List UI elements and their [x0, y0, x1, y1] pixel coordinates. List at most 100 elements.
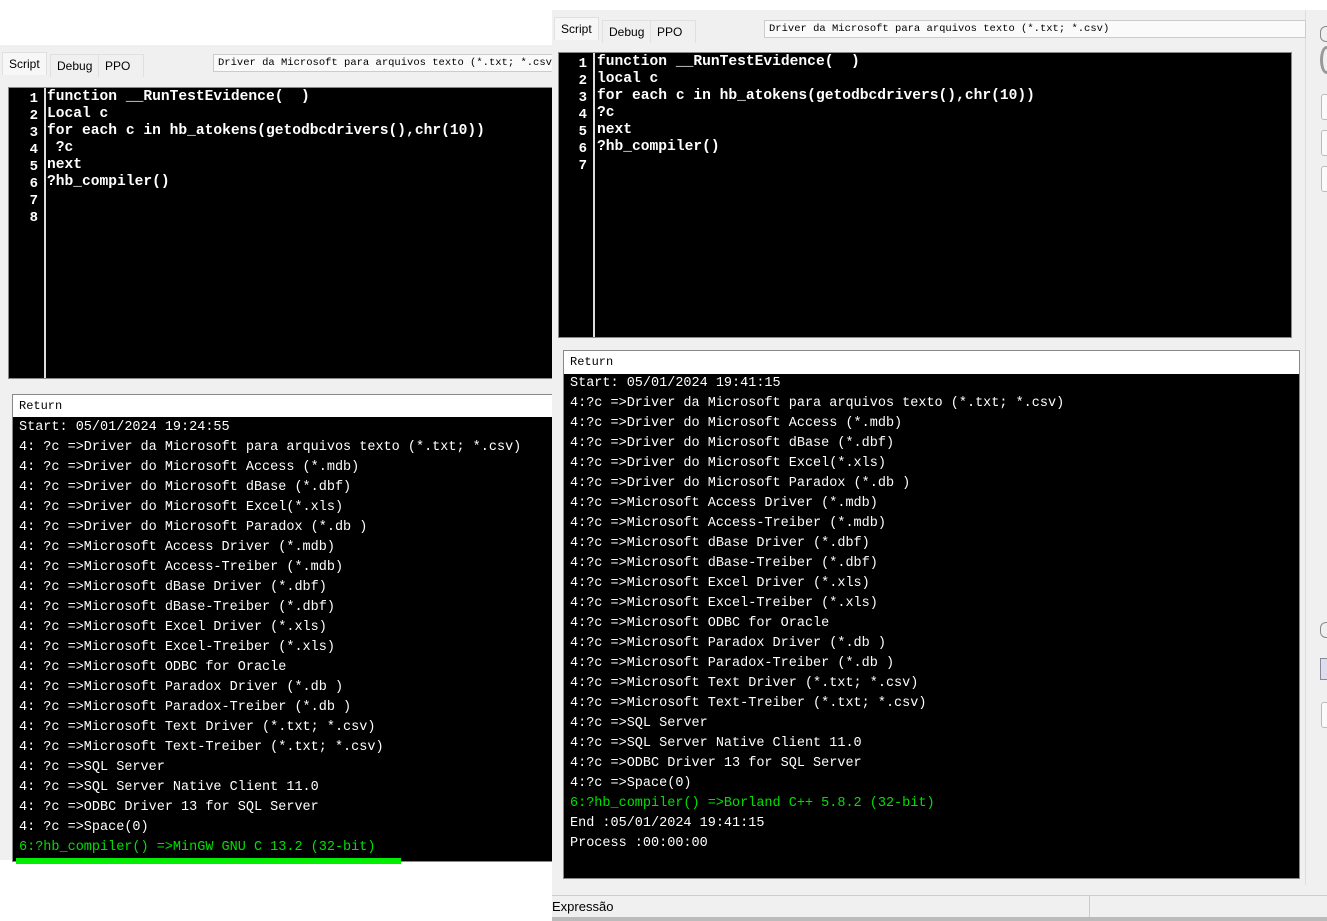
code-editor[interactable]: 1234567 function __RunTestEvidence( ) loc… — [558, 52, 1292, 338]
output-line: 4: ?c =>Driver do Microsoft Excel(*.xls) — [19, 500, 344, 515]
toolbar-button[interactable] — [1321, 702, 1327, 728]
bottom-scrollbar[interactable] — [552, 917, 1327, 921]
toolbar-printer-icon[interactable] — [1320, 658, 1327, 680]
toolbar-button[interactable] — [1321, 130, 1327, 156]
toolbar-eye-icon[interactable] — [1320, 622, 1327, 638]
progress-bar — [16, 858, 401, 864]
return-header: Return — [564, 351, 1299, 374]
output-line: 4: ?c =>SQL Server Native Client 11.0 — [19, 780, 319, 795]
expression-label: Expressão — [552, 899, 614, 914]
output-line: 4: ?c =>Driver do Microsoft dBase (*.dbf… — [19, 480, 352, 495]
left-window: Script Debug PPO Driver da Microsoft par… — [0, 45, 559, 862]
code-line[interactable]: for each c in hb_atokens(getodbcdrivers(… — [597, 88, 1035, 104]
output-line: 4:?c =>Microsoft Text-Treiber (*.txt; *.… — [570, 696, 927, 711]
output-line: 4:?c =>ODBC Driver 13 for SQL Server — [570, 756, 862, 771]
output-line: 4:?c =>Microsoft Text Driver (*.txt; *.c… — [570, 676, 919, 691]
output-line: 4: ?c =>Microsoft Access-Treiber (*.mdb) — [19, 560, 344, 575]
output-line: 4: ?c =>Microsoft Text Driver (*.txt; *.… — [19, 720, 376, 735]
code-line[interactable]: function __RunTestEvidence( ) — [597, 54, 860, 70]
line-number: 5 — [29, 159, 38, 175]
driver-combo[interactable]: Driver da Microsoft para arquivos texto … — [764, 20, 1306, 38]
tab-debug[interactable]: Debug — [602, 20, 652, 43]
line-number: 2 — [29, 108, 38, 124]
code-line[interactable]: ?c — [47, 140, 74, 156]
output-line: 4:?c =>Driver do Microsoft dBase (*.dbf) — [570, 436, 895, 451]
return-panel: Return Start: 05/01/2024 19:24:55 4: ?c =… — [12, 394, 554, 862]
code-line[interactable]: local c — [597, 71, 658, 87]
toolbar-eye-icon[interactable] — [1320, 26, 1327, 42]
output-line: 4:?c =>Microsoft Excel-Treiber (*.xls) — [570, 596, 878, 611]
output-line: 4:?c =>Driver do Microsoft Access (*.mdb… — [570, 416, 903, 431]
tab-ppo[interactable]: PPO — [98, 54, 144, 77]
output-line: 6:?hb_compiler() =>MinGW GNU C 13.2 (32-… — [19, 840, 376, 855]
output-line: 4: ?c =>Microsoft dBase-Treiber (*.dbf) — [19, 600, 335, 615]
output-line: 4: ?c =>Driver do Microsoft Access (*.md… — [19, 460, 360, 475]
output-line: 4:?c =>Space(0) — [570, 776, 692, 791]
output-line: Start: 05/01/2024 19:41:15 — [570, 376, 781, 391]
tab-debug[interactable]: Debug — [50, 54, 100, 77]
code-editor[interactable]: 12345678 function __RunTestEvidence( ) Lo… — [8, 87, 554, 379]
output-line: 4: ?c =>Microsoft dBase Driver (*.dbf) — [19, 580, 327, 595]
output-line: 4: ?c =>Driver do Microsoft Paradox (*.d… — [19, 520, 368, 535]
line-number: 1 — [578, 56, 587, 72]
output-line: 4: ?c =>Microsoft Paradox Driver (*.db ) — [19, 680, 344, 695]
output-line: Start: 05/01/2024 19:24:55 — [19, 420, 230, 435]
output-line: 4:?c =>Microsoft dBase Driver (*.dbf) — [570, 536, 870, 551]
toolbar-button[interactable] — [1321, 166, 1327, 192]
output-line: 4:?c =>Microsoft Access-Treiber (*.mdb) — [570, 516, 886, 531]
code-line[interactable]: Local c — [47, 106, 108, 122]
output-line: 4: ?c =>Microsoft Excel-Treiber (*.xls) — [19, 640, 335, 655]
line-number: 7 — [578, 158, 587, 174]
code-line[interactable]: ?hb_compiler() — [47, 174, 170, 190]
output-line: 4: ?c =>Microsoft Text-Treiber (*.txt; *… — [19, 740, 384, 755]
output-line: 4:?c =>Driver da Microsoft para arquivos… — [570, 396, 1065, 411]
line-number: 2 — [578, 73, 587, 89]
toolbar-button[interactable] — [1321, 94, 1327, 120]
output-line: 4:?c =>Microsoft Paradox-Treiber (*.db ) — [570, 656, 895, 671]
line-gutter: 12345678 — [9, 88, 46, 378]
line-number: 5 — [578, 124, 587, 140]
status-bar: Expressão — [552, 895, 1327, 918]
output-line: 4: ?c =>Space(0) — [19, 820, 149, 835]
line-number: 1 — [29, 91, 38, 107]
line-number: 6 — [578, 141, 587, 157]
line-number: 4 — [29, 142, 38, 158]
line-gutter: 1234567 — [559, 53, 595, 337]
line-number: 4 — [578, 107, 587, 123]
output-line: Process :00:00:00 — [570, 836, 708, 851]
tab-script[interactable]: Script — [554, 17, 599, 40]
output-line: 4:?c =>Microsoft Paradox Driver (*.db ) — [570, 636, 886, 651]
status-divider — [1089, 896, 1090, 918]
output-line: 4:?c =>Driver do Microsoft Excel(*.xls) — [570, 456, 886, 471]
line-number: 3 — [29, 125, 38, 141]
code-line[interactable]: function __RunTestEvidence( ) — [47, 89, 310, 105]
output-line: 4:?c =>Microsoft Access Driver (*.mdb) — [570, 496, 878, 511]
output-line: 4: ?c =>Microsoft Excel Driver (*.xls) — [19, 620, 327, 635]
line-number: 7 — [29, 193, 38, 209]
output-line: 6:?hb_compiler() =>Borland C++ 5.8.2 (32… — [570, 796, 935, 811]
line-number: 6 — [29, 176, 38, 192]
code-line[interactable]: next — [47, 157, 82, 173]
output-line: 4: ?c =>Microsoft ODBC for Oracle — [19, 660, 287, 675]
output-line: 4:?c =>Microsoft Excel Driver (*.xls) — [570, 576, 870, 591]
tab-script[interactable]: Script — [2, 52, 47, 75]
output-line: 4: ?c =>Microsoft Access Driver (*.mdb) — [19, 540, 335, 555]
code-line[interactable]: for each c in hb_atokens(getodbcdrivers(… — [47, 123, 485, 139]
output-line: 4:?c =>Microsoft ODBC for Oracle — [570, 616, 830, 631]
output-line: 4: ?c =>Microsoft Paradox-Treiber (*.db … — [19, 700, 352, 715]
code-line[interactable]: next — [597, 122, 632, 138]
output-line: 4: ?c =>ODBC Driver 13 for SQL Server — [19, 800, 319, 815]
return-panel: Return Start: 05/01/2024 19:41:15 4:?c =>… — [563, 350, 1300, 879]
toolbar-refresh-icon[interactable] — [1320, 46, 1327, 74]
driver-combo[interactable]: Driver da Microsoft para arquivos texto … — [213, 54, 559, 72]
right-window: Script Debug PPO Driver da Microsoft par… — [552, 10, 1327, 921]
code-line[interactable]: ?c — [597, 105, 615, 121]
return-header: Return — [13, 395, 553, 417]
output-line: 4:?c =>Microsoft dBase-Treiber (*.dbf) — [570, 556, 878, 571]
line-number: 8 — [29, 210, 38, 226]
output-line: 4:?c =>Driver do Microsoft Paradox (*.db… — [570, 476, 911, 491]
output-line: 4: ?c =>Driver da Microsoft para arquivo… — [19, 440, 522, 455]
code-line[interactable]: ?hb_compiler() — [597, 139, 720, 155]
tab-ppo[interactable]: PPO — [650, 20, 696, 43]
output-line: 4: ?c =>SQL Server — [19, 760, 165, 775]
